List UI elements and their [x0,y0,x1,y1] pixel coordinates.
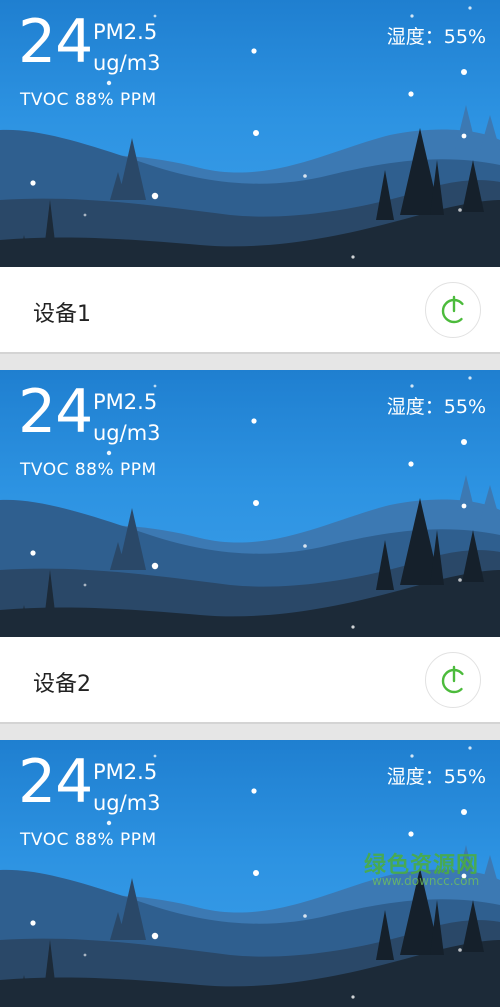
power-icon [441,665,467,694]
watermark-url: www.downcc.com [372,874,480,888]
device-name: 设备2 [33,672,91,697]
pm-value: 24 [18,747,93,817]
pm-label: PM2.5 [93,20,158,44]
air-quality-panel: 24 PM2.5 ug/m3 TVOC 88% PPM 湿度：55% [0,370,500,637]
device-card-2: 24 PM2.5 ug/m3 TVOC 88% PPM 湿度：55% 设备2 [0,370,500,724]
pm-unit: ug/m3 [93,51,161,75]
humidity-reading: 湿度：55% [386,396,486,418]
pm-value: 24 [18,377,93,447]
humidity-reading: 湿度：55% [386,26,486,48]
tvoc-reading: TVOC 88% PPM [20,830,157,850]
device-card-1: 24 PM2.5 ug/m3 TVOC 88% PPM 湿度：55% 设备1 [0,0,500,354]
device-row[interactable]: 设备2 [0,637,500,724]
air-quality-panel: 24 PM2.5 ug/m3 TVOC 88% PPM 湿度：55% [0,0,500,267]
device-row[interactable]: 设备1 [0,267,500,354]
pm-value: 24 [18,7,93,77]
pm-label: PM2.5 [93,760,158,784]
humidity-reading: 湿度：55% [386,766,486,788]
pm-unit: ug/m3 [93,791,161,815]
power-button[interactable] [425,652,481,708]
power-button[interactable] [425,282,481,338]
power-icon [441,295,467,324]
tvoc-reading: TVOC 88% PPM [20,460,157,480]
tvoc-reading: TVOC 88% PPM [20,90,157,110]
device-name: 设备1 [33,302,91,327]
pm-label: PM2.5 [93,390,158,414]
pm-unit: ug/m3 [93,421,161,445]
